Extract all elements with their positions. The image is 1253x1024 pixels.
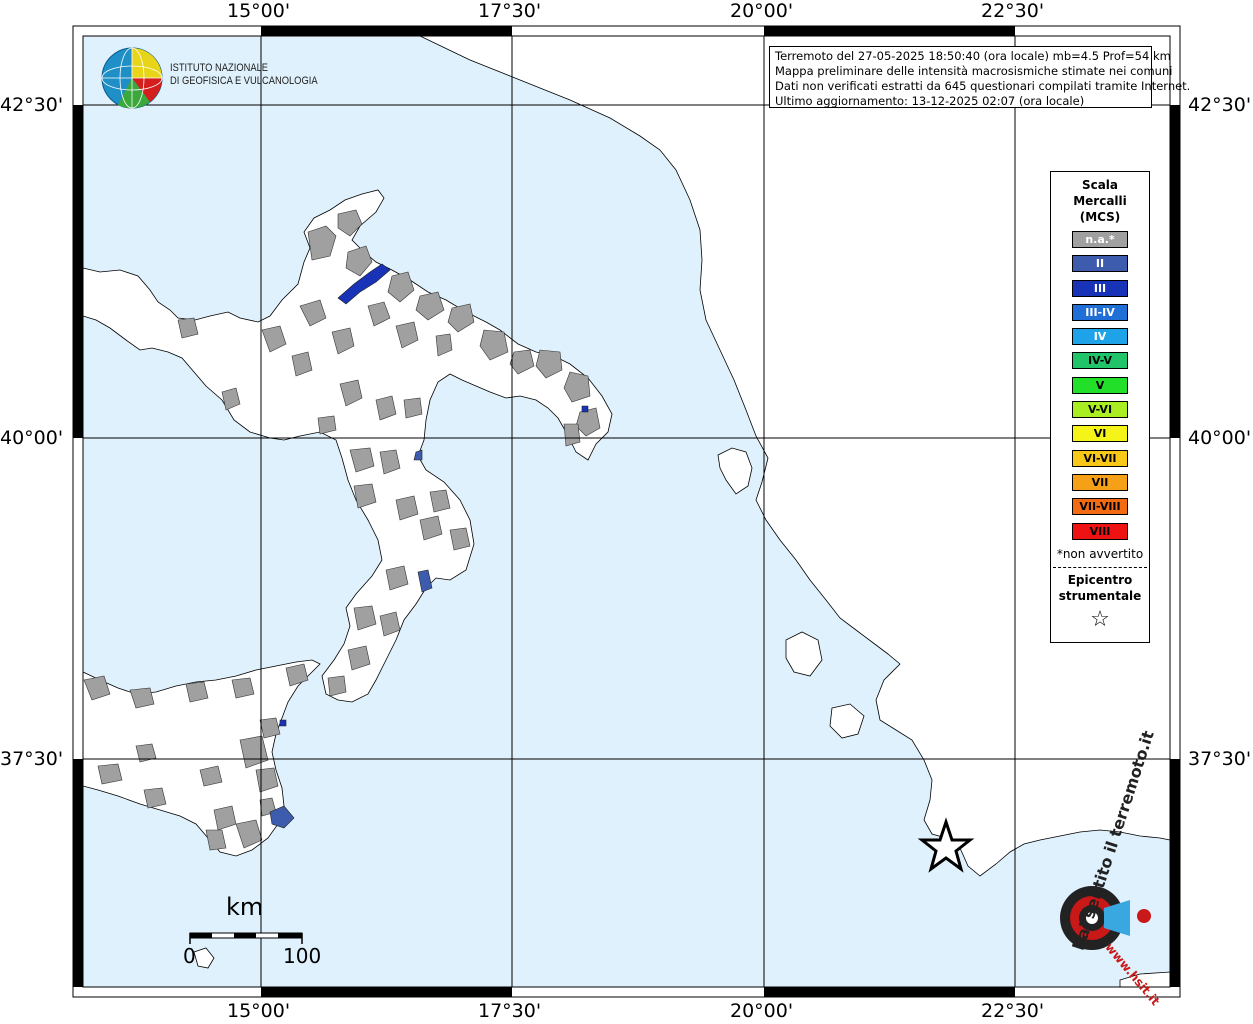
info-line-1: Terremoto del 27-05-2025 18:50:40 (ora l… bbox=[775, 49, 1171, 63]
info-line-3: Dati non verificati estratti da 645 ques… bbox=[775, 79, 1191, 93]
lon-label-top-2: 17°30' bbox=[478, 0, 542, 22]
mcs-legend: Scala Mercalli (MCS) n.a.* II III III-IV IV I… bbox=[1050, 171, 1150, 643]
legend-item-5: IV-V bbox=[1072, 352, 1128, 370]
legend-item-0: n.a.* bbox=[1072, 231, 1128, 248]
info-line-4: Ultimo aggiornamento: 13-12-2025 02:07 (… bbox=[775, 94, 1085, 108]
info-line-2: Mappa preliminare delle intensità macros… bbox=[775, 64, 1173, 78]
legend-epi-line1: Epicentro bbox=[1067, 572, 1133, 587]
lon-label-top-1: 15°00' bbox=[227, 0, 291, 22]
legend-star-icon: ☆ bbox=[1090, 606, 1110, 632]
legend-title-line3: (MCS) bbox=[1079, 210, 1121, 224]
lat-label-left-1: 42°30' bbox=[0, 94, 64, 116]
lon-label-bottom-4: 22°30' bbox=[981, 1000, 1045, 1022]
legend-item-6: V bbox=[1072, 376, 1128, 394]
legend-item-1: II bbox=[1072, 255, 1128, 273]
legend-item-11: VII-VIII bbox=[1072, 498, 1128, 516]
legend-epi-line2: strumentale bbox=[1058, 588, 1142, 603]
lat-label-right-2: 40°00' bbox=[1188, 427, 1252, 449]
scale-unit: km bbox=[226, 893, 264, 921]
ingv-line1: ISTITUTO NAZIONALE bbox=[170, 62, 269, 74]
legend-title: Scala Mercalli (MCS) bbox=[1051, 177, 1149, 225]
ingv-line2: DI GEOFISICA E VULCANOLOGIA bbox=[170, 75, 318, 87]
lat-label-right-3: 37°30' bbox=[1188, 748, 1252, 770]
scale-max: 100 bbox=[283, 944, 322, 968]
legend-item-4: IV bbox=[1072, 328, 1128, 346]
legend-title-line1: Scala bbox=[1081, 178, 1119, 192]
scale-min: 0 bbox=[183, 944, 196, 968]
lat-label-left-2: 40°00' bbox=[0, 427, 64, 449]
legend-title-line2: Mercalli bbox=[1073, 194, 1127, 208]
legend-item-2: III bbox=[1072, 279, 1128, 297]
legend-items: n.a.* II III III-IV IV IV-V V V-VI VI VI-VII VII VI… bbox=[1051, 231, 1149, 540]
event-info-box: Terremoto del 27-05-2025 18:50:40 (ora l… bbox=[769, 46, 1191, 108]
lon-label-top-4: 22°30' bbox=[981, 0, 1045, 22]
legend-item-10: VII bbox=[1072, 473, 1128, 491]
legend-item-7: V-VI bbox=[1072, 401, 1128, 419]
ingv-logo-icon bbox=[101, 47, 163, 109]
legend-item-8: VI bbox=[1072, 425, 1128, 443]
ingv-logo-text: ISTITUTO NAZIONALE DI GEOFISICA E VULCAN… bbox=[170, 62, 318, 88]
legend-item-3: III-IV bbox=[1072, 303, 1128, 321]
lon-label-bottom-2: 17°30' bbox=[478, 1000, 542, 1022]
legend-item-12: VIII bbox=[1072, 522, 1128, 540]
lat-label-left-3: 37°30' bbox=[0, 748, 64, 770]
lon-label-bottom-1: 15°00' bbox=[227, 1000, 291, 1022]
legend-separator bbox=[1053, 566, 1147, 568]
legend-epicenter-label: Epicentro strumentale bbox=[1051, 572, 1149, 604]
legend-item-9: VI-VII bbox=[1072, 449, 1128, 467]
lon-label-bottom-3: 20°00' bbox=[730, 1000, 794, 1022]
legend-note: *non avvertito bbox=[1056, 546, 1144, 561]
lat-label-right-1: 42°30' bbox=[1188, 94, 1252, 116]
lon-label-top-3: 20°00' bbox=[730, 0, 794, 22]
